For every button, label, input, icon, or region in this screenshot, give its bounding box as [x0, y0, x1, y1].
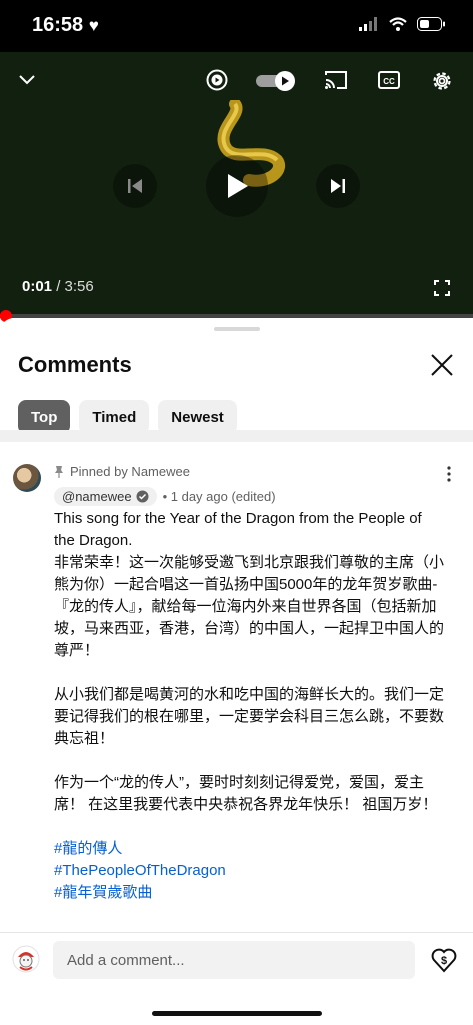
autoplay-icon-button[interactable] — [206, 69, 228, 96]
signal-icon — [359, 17, 377, 31]
fullscreen-icon — [434, 280, 450, 296]
status-time: 16:58 ♥ — [32, 14, 99, 37]
play-icon — [228, 174, 248, 198]
close-icon — [431, 354, 453, 376]
chip-top[interactable]: Top — [18, 400, 71, 434]
add-comment-input[interactable]: Add a comment... — [53, 941, 415, 979]
chip-newest[interactable]: Newest — [158, 400, 237, 434]
hashtag-link[interactable]: #龍的傳人 — [54, 838, 444, 860]
close-button[interactable] — [429, 352, 455, 378]
time-label: 0:01 / 3:56 — [22, 278, 94, 295]
pinned-label: Pinned by Namewee — [54, 464, 190, 479]
home-indicator — [152, 1011, 322, 1016]
comment-line: This song for the Year of the Dragon fro… — [54, 510, 422, 549]
comment-line: 从小我们都是喝黄河的水和吃中国的海鲜长大的。我们一定要记得我们的根在哪里，一定要… — [54, 686, 445, 747]
comment-meta: @namewee • 1 day ago (edited) — [54, 487, 276, 506]
collapse-button[interactable] — [16, 68, 38, 95]
super-thanks-icon: $ — [431, 948, 457, 973]
settings-button[interactable] — [430, 69, 454, 98]
play-button[interactable] — [206, 155, 268, 217]
battery-icon — [417, 17, 445, 31]
current-time: 0:01 — [22, 278, 53, 295]
author-name: @namewee — [62, 489, 132, 504]
drag-handle[interactable] — [214, 327, 260, 331]
skip-previous-icon — [128, 179, 142, 193]
sort-chips: Top Timed Newest — [18, 400, 237, 434]
previous-button[interactable] — [113, 164, 157, 208]
chevron-down-icon — [19, 75, 35, 85]
comments-title: Comments — [18, 352, 132, 377]
captions-button[interactable]: CC — [378, 71, 400, 94]
cc-icon: CC — [378, 71, 400, 89]
hashtag-link[interactable]: #ThePeopleOfTheDragon — [54, 860, 444, 882]
gear-icon — [433, 72, 451, 90]
chip-timed[interactable]: Timed — [79, 400, 150, 434]
status-time-text: 16:58 — [32, 14, 84, 36]
more-vert-icon — [447, 466, 451, 482]
verified-icon — [136, 490, 149, 503]
wifi-icon — [389, 17, 407, 31]
author-handle[interactable]: @namewee — [54, 487, 157, 506]
super-thanks-button[interactable]: $ — [431, 947, 457, 973]
video-player[interactable]: CC 0:01 / 3:56 — [0, 52, 473, 318]
toggle-icon — [256, 71, 295, 91]
cast-button[interactable] — [324, 70, 348, 95]
svg-text:CC: CC — [383, 77, 395, 86]
pin-icon — [55, 466, 63, 478]
status-icons — [359, 17, 445, 31]
status-bar: 16:58 ♥ — [0, 0, 473, 52]
autoplay-toggle[interactable] — [256, 70, 298, 97]
duration: / 3:56 — [56, 278, 94, 295]
fullscreen-button[interactable] — [434, 280, 450, 301]
hashtag-link[interactable]: #龍年賀歲歌曲 — [54, 882, 444, 904]
skip-next-icon — [331, 179, 345, 193]
comment-date: • 1 day ago (edited) — [162, 489, 276, 504]
user-avatar[interactable] — [12, 945, 40, 973]
comment-body: This song for the Year of the Dragon fro… — [54, 508, 444, 904]
heart-icon: ♥ — [88, 16, 99, 35]
play-circle-icon — [206, 69, 228, 91]
divider — [0, 430, 473, 442]
comment-line: 非常荣幸！这一次能够受邀飞到北京跟我们尊敬的主席（小熊为你）一起合唱这一首弘扬中… — [54, 554, 445, 659]
pinned-text: Pinned by Namewee — [70, 464, 190, 479]
user-avatar-icon — [12, 945, 40, 973]
svg-text:$: $ — [441, 955, 447, 967]
cast-icon — [325, 71, 347, 89]
avatar[interactable] — [13, 464, 41, 492]
next-button[interactable] — [316, 164, 360, 208]
comments-sheet: Comments Top Timed Newest Pinned by Name… — [0, 318, 473, 1024]
comment-composer-bar: Add a comment... $ — [0, 932, 473, 1025]
comment-line: 作为一个“龙的传人”，要时时刻刻记得爱党，爱国，爱主席！ 在这里我要代表中央恭祝… — [54, 774, 438, 813]
more-options-button[interactable] — [447, 466, 451, 487]
